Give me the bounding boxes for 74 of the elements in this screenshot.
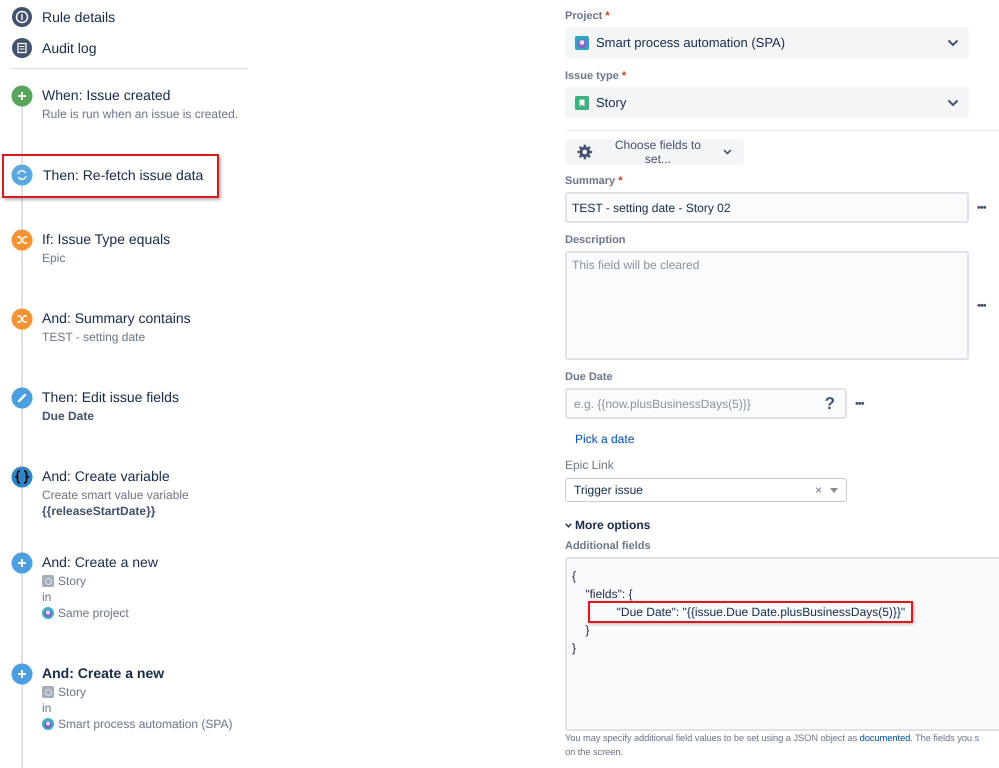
step-title[interactable]: When: Issue created [42, 87, 170, 103]
pick-date-link[interactable]: Pick a date [575, 432, 634, 446]
helper-text: You may specify additional field values to be set using a JSON object as documented. The fields you s [565, 731, 980, 745]
step-detail: Same project [58, 606, 129, 620]
nav-link[interactable]: Audit log [42, 40, 96, 56]
clear-button[interactable]: × [814, 483, 822, 497]
field-label: Summary * [565, 175, 624, 187]
step-detail: Create smart value variable [42, 488, 189, 502]
shuffle-icon [11, 229, 33, 251]
step-title[interactable]: And: Create variable [42, 468, 170, 484]
step-detail: in [42, 590, 52, 604]
field-label: Project * [565, 10, 611, 22]
step-title[interactable]: And: Create a new [42, 554, 158, 570]
bookmark-icon [575, 96, 589, 110]
step-detail: Story [58, 574, 86, 588]
step-title[interactable]: And: Create a new [42, 665, 164, 681]
field-label: Issue type * [565, 70, 628, 82]
step-detail: {{releaseStartDate}} [42, 504, 156, 518]
shuffle-icon [11, 308, 33, 330]
project-avatar-icon [575, 36, 589, 50]
description-field[interactable]: This field will be cleared [565, 251, 969, 360]
code-line: "fields": { [584, 587, 633, 601]
due-date-field[interactable]: e.g. {{now.plusBusinessDays(5)}} ? [565, 388, 847, 419]
step-detail: Rule is run when an issue is created. [42, 107, 238, 121]
project-avatar-icon [42, 607, 54, 619]
field-label: Additional fields [565, 540, 652, 552]
settings-icon [577, 144, 593, 160]
issue-type-select[interactable]: Story [565, 87, 969, 118]
step-detail: in [42, 701, 52, 715]
more-options-toggle[interactable]: More options [565, 518, 999, 532]
chevron-icon [565, 522, 572, 528]
caret-icon [830, 488, 838, 492]
more-options-button[interactable]: ••• [977, 202, 986, 214]
plus-icon [11, 663, 33, 685]
code-line: "Due Date": "{{issue.Due Date.plusBusinessDays(5)}}" [616, 605, 906, 619]
pencil-icon [11, 387, 33, 409]
additional-fields-editor[interactable]: { "fields": { "Due Date": "{{issue.Due Date.plusBusinessDays(5)}}" } } [565, 557, 999, 731]
code-line: } [584, 623, 590, 637]
step-title[interactable]: Then: Re-fetch issue data [43, 167, 204, 183]
code-line: } [572, 641, 576, 655]
more-options-button[interactable]: ••• [977, 300, 986, 312]
braces-icon [11, 466, 33, 488]
help-button[interactable]: ? [824, 394, 835, 414]
step-detail: TEST - setting date [42, 330, 146, 344]
code-line: { [572, 569, 576, 583]
choose-fields-button[interactable]: Choose fields to set... [565, 139, 744, 165]
project-select[interactable]: Smart process automation (SPA) [565, 27, 969, 58]
step-detail: Smart process automation (SPA) [58, 717, 233, 731]
step-title[interactable]: Then: Edit issue fields [42, 389, 179, 405]
step-title[interactable]: If: Issue Type equals [42, 231, 170, 247]
step-detail: Due Date [42, 409, 94, 423]
step-title[interactable]: And: Summary contains [42, 310, 191, 326]
step-detail: Epic [42, 251, 66, 265]
plus-icon [11, 85, 33, 107]
more-options-button[interactable]: ••• [855, 398, 864, 410]
refresh-icon [11, 164, 33, 186]
chevron-down-icon [947, 38, 959, 46]
nav-link[interactable]: Rule details [42, 8, 116, 24]
project-avatar-icon [42, 718, 54, 730]
field-label: Description [565, 234, 627, 246]
chevron-down-icon [947, 98, 959, 106]
documented-link[interactable]: documented [860, 732, 910, 743]
chevron-down-icon [723, 149, 732, 155]
epic-link-select[interactable]: Trigger issue × [565, 478, 847, 502]
summary-field[interactable]: TEST - setting date - Story 02 [565, 192, 969, 223]
helper-text: on the screen. [565, 745, 624, 759]
issue-type-icon [42, 575, 54, 587]
field-label: Due Date [565, 371, 614, 383]
step-detail: Story [58, 685, 86, 699]
issue-type-icon [42, 686, 54, 698]
field-label: Epic Link [565, 458, 615, 472]
list-icon [12, 38, 32, 58]
plus-icon [11, 552, 33, 574]
info-icon [12, 6, 32, 26]
